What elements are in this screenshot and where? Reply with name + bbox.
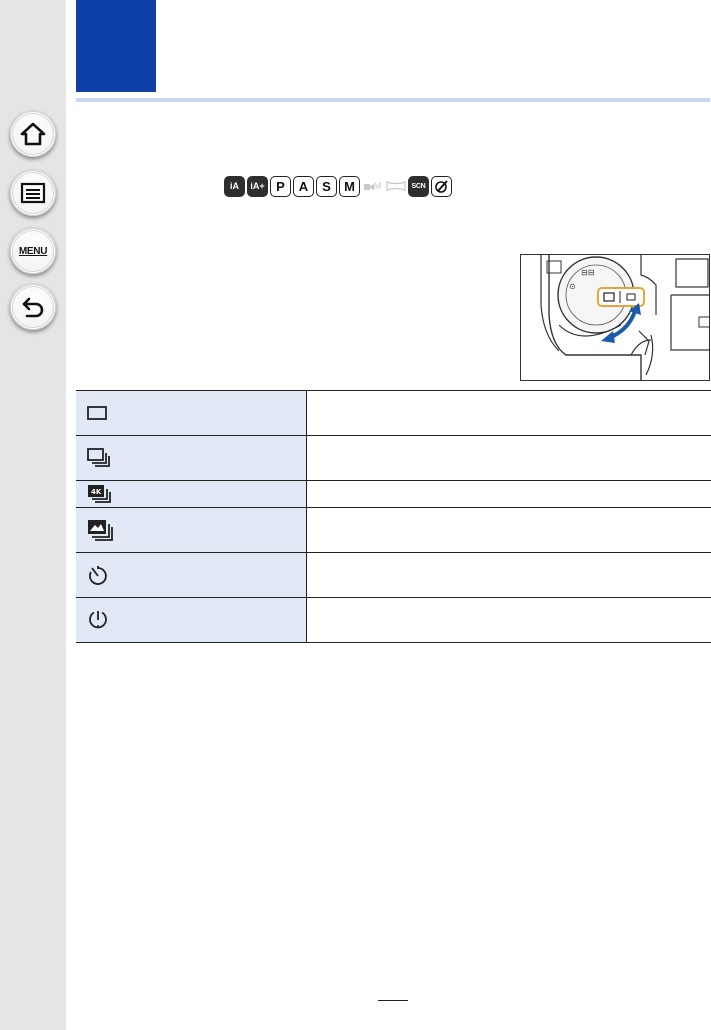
burst-icon xyxy=(87,448,110,467)
intelligent-auto-icon: iA xyxy=(224,175,245,197)
description-cell xyxy=(306,597,711,643)
contents-button[interactable] xyxy=(10,170,56,216)
table-row xyxy=(76,552,711,598)
description-cell xyxy=(306,435,711,481)
scene-guide-icon: SCN xyxy=(408,175,429,197)
panorama-icon xyxy=(385,176,406,197)
description-cell xyxy=(306,480,711,508)
intelligent-auto-plus-icon: iA+ xyxy=(247,175,268,197)
aperture-letter: A xyxy=(298,178,309,194)
table-row: 4K xyxy=(76,480,711,508)
label-cell xyxy=(76,507,307,553)
description-cell xyxy=(306,507,711,553)
table-row xyxy=(76,507,711,553)
list-icon xyxy=(20,182,46,204)
label-cell xyxy=(76,552,307,598)
creative-control-icon xyxy=(431,175,452,197)
label-cell xyxy=(76,435,307,481)
svg-text:4K: 4K xyxy=(91,488,102,496)
movie-camera-icon xyxy=(363,183,374,190)
movie-m-letter: M xyxy=(373,181,382,191)
applicable-modes: iA iA+ P A S M M SCN xyxy=(224,175,452,197)
table-row xyxy=(76,390,711,436)
4k-photo-icon: 4K xyxy=(88,485,111,503)
table-row xyxy=(76,597,711,643)
menu-label: MENU xyxy=(18,245,48,257)
label-cell xyxy=(76,597,307,643)
return-icon xyxy=(22,297,44,318)
manual-letter: M xyxy=(344,178,355,194)
menu-button[interactable]: MENU xyxy=(10,228,56,274)
drive-mode-dial-illustration: ⊟⊟ ⊙ xyxy=(520,254,710,381)
description-cell xyxy=(306,552,711,598)
svg-text:⊟⊟: ⊟⊟ xyxy=(581,268,594,277)
description-cell xyxy=(306,390,711,436)
drive-mode-table: 4K xyxy=(76,390,711,643)
post-focus-icon xyxy=(88,520,113,541)
shutter-priority-icon: S xyxy=(316,175,337,197)
home-button[interactable] xyxy=(10,111,56,157)
back-button[interactable] xyxy=(10,284,56,330)
header-rule xyxy=(76,98,710,102)
creative-video-icon: M xyxy=(362,176,383,197)
chapter-block xyxy=(76,0,156,92)
svg-text:⊙: ⊙ xyxy=(569,282,576,291)
label-cell xyxy=(76,390,307,436)
interval-timer-icon xyxy=(89,611,107,629)
single-icon xyxy=(87,406,107,420)
manual-exposure-icon: M xyxy=(339,175,360,197)
program-ae-icon: P xyxy=(270,175,291,197)
shutter-letter: S xyxy=(322,178,331,194)
scn-letter: SCN xyxy=(411,182,426,190)
page-number-underline xyxy=(378,1000,408,1001)
camera-dial-drawing: ⊟⊟ ⊙ xyxy=(540,255,709,380)
home-icon xyxy=(20,122,46,146)
sidebar: MENU xyxy=(0,0,66,1030)
aperture-priority-icon: A xyxy=(293,175,314,197)
program-letter: P xyxy=(276,178,285,194)
label-cell: 4K xyxy=(76,480,307,508)
self-timer-icon xyxy=(89,566,107,585)
table-row xyxy=(76,435,711,481)
